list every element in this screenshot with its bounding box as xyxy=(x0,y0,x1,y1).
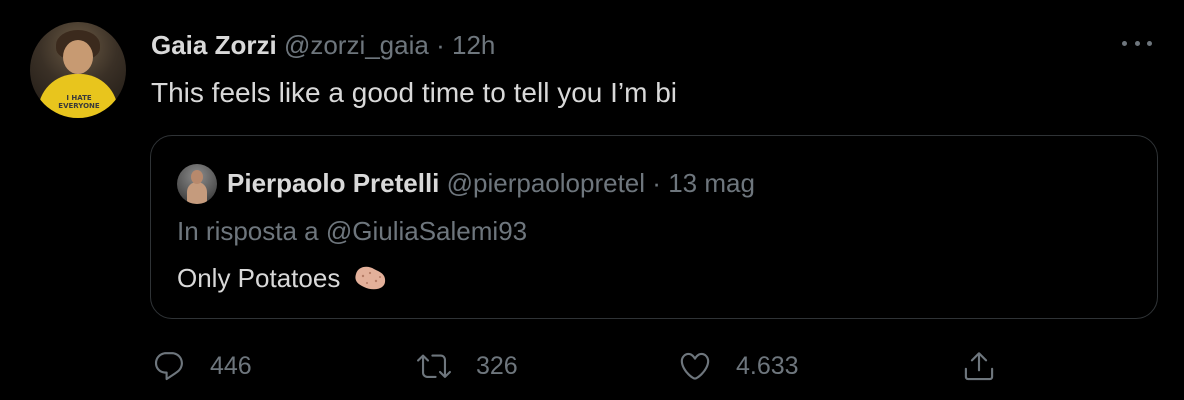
header-separator: · xyxy=(436,30,445,60)
tweet-header: Gaia Zorzi @zorzi_gaia · 12h xyxy=(151,30,495,60)
more-dot xyxy=(1122,40,1127,46)
quoted-author-name: Pierpaolo Pretelli xyxy=(227,168,440,198)
quoted-tweet-text-line: Only Potatoes xyxy=(177,261,388,295)
quoted-tweet-time: 13 mag xyxy=(668,168,755,198)
quoted-avatar-body xyxy=(187,182,207,204)
like-count: 4.633 xyxy=(736,351,799,380)
tweet[interactable]: I HATE EVERYONE Gaia Zorzi @zorzi_gaia ·… xyxy=(0,0,1184,400)
potato-emoji xyxy=(352,264,388,292)
more-dot xyxy=(1134,40,1140,46)
quoted-author-handle: @pierpaolopretel xyxy=(446,168,646,198)
tweet-text: This feels like a good time to tell you … xyxy=(151,77,678,108)
share-icon xyxy=(964,352,994,381)
quoted-tweet-text: Only Potatoes xyxy=(177,263,341,293)
retweet-button[interactable]: 326 xyxy=(416,346,518,386)
share-button[interactable] xyxy=(962,346,996,386)
retweet-icon xyxy=(417,354,451,378)
avatar-face xyxy=(63,40,93,74)
quoted-author-avatar[interactable] xyxy=(177,164,217,204)
retweet-count: 326 xyxy=(476,351,518,380)
author-name[interactable]: Gaia Zorzi xyxy=(151,30,277,60)
quoted-tweet-header: Pierpaolo Pretelli @pierpaolopretel · 13… xyxy=(227,166,755,200)
avatar-shirt-text: I HATE EVERYONE xyxy=(58,94,100,110)
reply-count: 446 xyxy=(210,351,252,380)
reply-icon xyxy=(154,352,183,381)
like-icon xyxy=(680,352,710,380)
tweet-time[interactable]: 12h xyxy=(452,30,495,60)
more-icon[interactable] xyxy=(1122,30,1152,56)
quoted-header-separator: · xyxy=(652,168,661,198)
reply-context: In risposta a @GiuliaSalemi93 xyxy=(177,216,528,246)
author-handle[interactable]: @zorzi_gaia xyxy=(284,30,429,60)
author-avatar[interactable]: I HATE EVERYONE xyxy=(30,22,126,118)
quoted-avatar-head xyxy=(191,170,203,184)
quoted-tweet[interactable]: Pierpaolo Pretelli @pierpaolopretel · 13… xyxy=(150,135,1158,319)
reply-button[interactable]: 446 xyxy=(152,346,252,386)
tweet-actions: 446 326 4.633 xyxy=(0,346,1184,386)
like-button[interactable]: 4.633 xyxy=(678,346,799,386)
more-dot xyxy=(1147,40,1152,46)
